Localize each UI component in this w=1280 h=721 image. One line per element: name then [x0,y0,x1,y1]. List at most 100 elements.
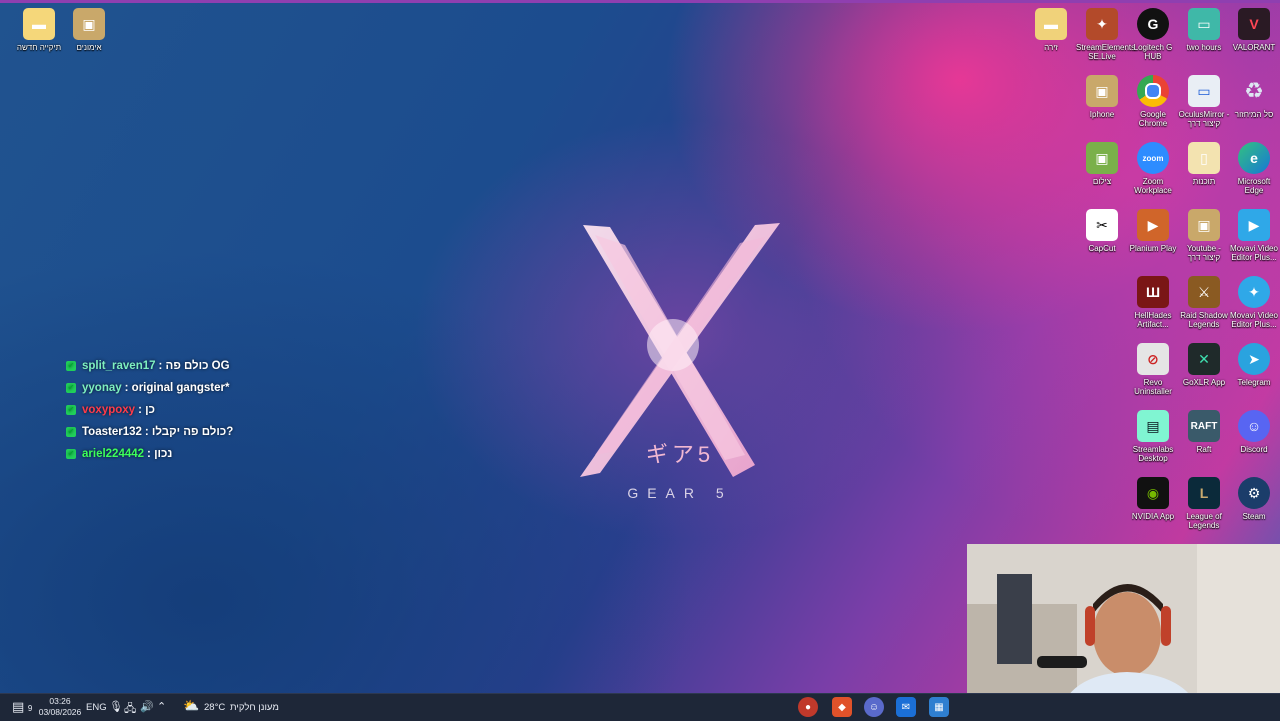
folder-icon: ▬ [1035,8,1067,40]
logitech-icon: G [1137,8,1169,40]
language-indicator[interactable]: ENG [86,702,107,713]
chat-badge-icon: ✔ [66,383,76,393]
desktop-icon-raid[interactable]: ⚔ Raid Shadow Legends [1178,276,1230,329]
desktop-icon-streamelements[interactable]: ✦ StreamElements SE.Live [1076,8,1135,61]
desktop-icon-revo[interactable]: ⊘ Revo Uninstaller [1127,343,1179,396]
chrome-icon [1137,75,1169,107]
weather-description[interactable]: מעונן חלקית [230,702,279,713]
capcut-icon: ✂ [1086,209,1118,241]
chat-separator: : [144,426,152,438]
telegram-icon: ➤ [1238,343,1270,375]
discord-icon: ☺ [1238,410,1270,442]
notification-center-button[interactable]: ▤ 9 [12,699,32,715]
folder-image-icon: ▣ [1086,142,1118,174]
show-hidden-icons-chevron-up-icon[interactable]: ⌃ [157,700,166,713]
taskbar-app-chat-icon[interactable]: ☺ [864,697,884,717]
desktop-icon-photography[interactable]: ▣ צילום [1076,142,1128,186]
chat-username: split_raven17 [82,360,156,372]
desktop-icon-hellhades[interactable]: Ш HellHades Artifact... [1127,276,1179,329]
desktop-icon-zoom[interactable]: zoom Zoom Workplace [1127,142,1179,195]
desktop-icon-streamlabs[interactable]: ▤ Streamlabs Desktop [1127,410,1179,463]
notification-count: 9 [27,704,33,713]
network-icon[interactable]: 🖧 [124,700,136,719]
desktop-icon-raft[interactable]: RAFT Raft [1178,410,1230,454]
volume-icon[interactable]: 🔊 [140,700,154,713]
desktop-icon-goxlr[interactable]: ✕ GoXLR App [1178,343,1230,387]
clock-date: 03/08/2026 [38,707,82,717]
gear5-japanese-text: ギア5 [645,442,715,467]
chat-text: original gangster* [131,382,230,394]
chat-username: voxypoxy [82,404,136,416]
taskbar-app-record-icon[interactable]: ● [798,697,818,717]
clock[interactable]: 03:26 03/08/2026 [36,696,84,718]
revo-icon: ⊘ [1137,343,1169,375]
movavi-icon: ▶ [1238,209,1270,241]
planium-icon: ▶ [1137,209,1169,241]
desktop-icon-trainings[interactable]: ▣ אימונים [63,8,115,52]
goxlr-icon: ✕ [1188,343,1220,375]
folder-icon: ▬ [23,8,55,40]
chat-badge-icon: ✔ [66,427,76,437]
desktop-icon-steam[interactable]: ⚙ Steam [1228,477,1280,521]
oculus-icon: ▭ [1188,75,1220,107]
taskbar-app-mail-icon[interactable]: ✉ [896,697,916,717]
folder-image-icon: ▣ [1086,75,1118,107]
desktop-icon-recycle-bin[interactable]: ♻ סל המיחזור [1228,75,1280,119]
taskbar: ▤ 9 03:26 03/08/2026 ENG 🎙 🖧 🔊 ⌃ ⛅ 28°C … [0,693,1280,721]
desktop-icon-movavi-1[interactable]: ▶ Movavi Video Editor Plus... [1228,209,1280,262]
desktop-icon-new-folder[interactable]: ▬ תיקייה חדשה [13,8,65,52]
chat-separator: : [124,382,132,394]
microphone-icon[interactable]: 🎙 [109,700,123,713]
desktop-icon-nvidia[interactable]: ◉ NVIDIA App [1127,477,1179,521]
streamlabs-icon: ▤ [1137,410,1169,442]
image-file-icon: ▭ [1188,8,1220,40]
taskbar-app-game-icon[interactable]: ◆ [832,697,852,717]
chat-username: Toaster132 [82,426,142,438]
raid-icon: ⚔ [1188,276,1220,308]
weather-icon[interactable]: ⛅ [183,698,199,714]
chat-text: כולם פה יקבלו? [151,426,234,438]
desktop-icon-telegram[interactable]: ➤ Telegram [1228,343,1280,387]
chat-message: ✔ yyonay : original gangster* [66,377,326,399]
chat-separator: : [158,360,166,372]
chat-text: כן [145,404,155,416]
desktop-icon-capcut[interactable]: ✂ CapCut [1076,209,1128,253]
raft-icon: RAFT [1188,410,1220,442]
desktop-icon-iphone[interactable]: ▣ Iphone [1076,75,1128,119]
chat-message: ✔ voxypoxy : כן [66,399,326,421]
desktop-icon-league[interactable]: L League of Legends [1178,477,1230,530]
edge-icon: e [1238,142,1270,174]
clock-time: 03:26 [49,696,71,706]
folder-image-icon: ▣ [1188,209,1220,241]
desktop-icon-planium-play[interactable]: ▶ Planium Play [1127,209,1179,253]
notification-icon: ▤ [12,699,25,714]
desktop-icon-software[interactable]: ▯ תוכנות [1178,142,1230,186]
desktop-icon-edge[interactable]: e Microsoft Edge [1228,142,1280,195]
chat-message: ✔ split_raven17 : כולם פה OG [66,355,326,377]
chat-badge-icon: ✔ [66,405,76,415]
desktop-icon-label: תיקייה חדשה [16,43,62,52]
desktop-icon-arena[interactable]: ▬ זירה [1025,8,1077,52]
movavi-icon: ✦ [1238,276,1270,308]
chat-username: ariel224442 [82,448,145,460]
weather-temperature[interactable]: 28°C [204,702,225,713]
chat-username: yyonay [82,382,122,394]
taskbar-app-store-icon[interactable]: ▦ [929,697,949,717]
chat-badge-icon: ✔ [66,449,76,459]
desktop-icon-oculus-mirror[interactable]: ▭ OculusMirror - קיצור דרך [1178,75,1230,128]
desktop-icon-discord[interactable]: ☺ Discord [1228,410,1280,454]
desktop-icon-logitech[interactable]: G Logitech G HUB [1127,8,1179,61]
desktop-icon-youtube-shortcut[interactable]: ▣ Youtube - קיצור דרך [1178,209,1230,262]
zoom-icon: zoom [1137,142,1169,174]
desktop-icon-movavi-2[interactable]: ✦ Movavi Video Editor Plus... [1228,276,1280,329]
hellhades-icon: Ш [1137,276,1169,308]
gear5-logo-text: GEAR 5 [627,485,733,501]
desktop-icon-two-hours[interactable]: ▭ two hours [1178,8,1230,52]
streamelements-icon: ✦ [1086,8,1118,40]
chat-text: נכון [154,448,173,460]
chat-message: ✔ Toaster132 : כולם פה יקבלו? [66,421,326,443]
desktop-icon-chrome[interactable]: Google Chrome [1127,75,1179,128]
chat-badge-icon: ✔ [66,361,76,371]
desktop-icon-valorant[interactable]: V VALORANT [1228,8,1280,52]
chat-message: ✔ ariel224442 : נכון [66,443,326,465]
